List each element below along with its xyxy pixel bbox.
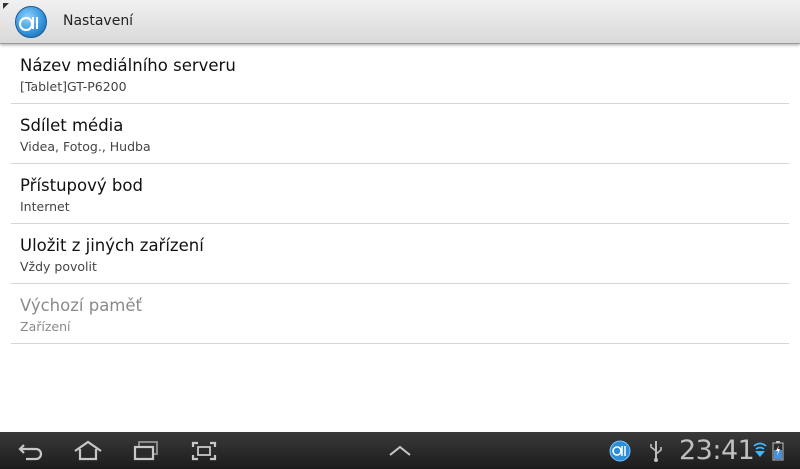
setting-share-media[interactable]: Sdílet média Videa, Fotog., Hudba — [11, 104, 789, 164]
corner-indicator — [3, 3, 9, 9]
setting-title: Název mediálního serveru — [20, 56, 236, 75]
system-bar: 23:41 — [0, 432, 800, 469]
action-bar: Nastavení — [0, 0, 800, 44]
allshare-icon[interactable] — [15, 6, 47, 38]
allshare-notification-icon[interactable] — [607, 438, 641, 464]
setting-save-from-other-devices[interactable]: Uložit z jiných zařízení Vždy povolit — [11, 224, 789, 284]
setting-title: Sdílet média — [20, 116, 124, 135]
screenshot-icon[interactable] — [187, 438, 221, 464]
setting-summary: Zařízení — [20, 319, 71, 334]
setting-summary: Vždy povolit — [20, 259, 97, 274]
setting-title: Přístupový bod — [20, 176, 143, 195]
setting-title: Výchozí paměť — [20, 296, 143, 315]
recent-apps-icon[interactable] — [129, 438, 163, 464]
clock[interactable]: 23:41 — [679, 435, 755, 466]
expand-up-icon[interactable] — [383, 438, 417, 464]
settings-list: Název mediálního serveru [Tablet]GT-P620… — [0, 44, 800, 344]
wifi-icon — [752, 438, 768, 464]
setting-access-point[interactable]: Přístupový bod Internet — [11, 164, 789, 224]
setting-default-storage: Výchozí paměť Zařízení — [11, 284, 789, 344]
back-icon[interactable] — [14, 438, 48, 464]
usb-icon — [645, 438, 667, 464]
home-icon[interactable] — [71, 438, 105, 464]
setting-summary: Videa, Fotog., Hudba — [20, 139, 151, 154]
setting-summary: Internet — [20, 199, 70, 214]
setting-title: Uložit z jiných zařízení — [20, 236, 204, 255]
setting-summary: [Tablet]GT-P6200 — [20, 79, 127, 94]
page-title: Nastavení — [63, 13, 134, 29]
setting-media-server-name[interactable]: Název mediálního serveru [Tablet]GT-P620… — [11, 44, 789, 104]
battery-icon — [770, 438, 786, 464]
